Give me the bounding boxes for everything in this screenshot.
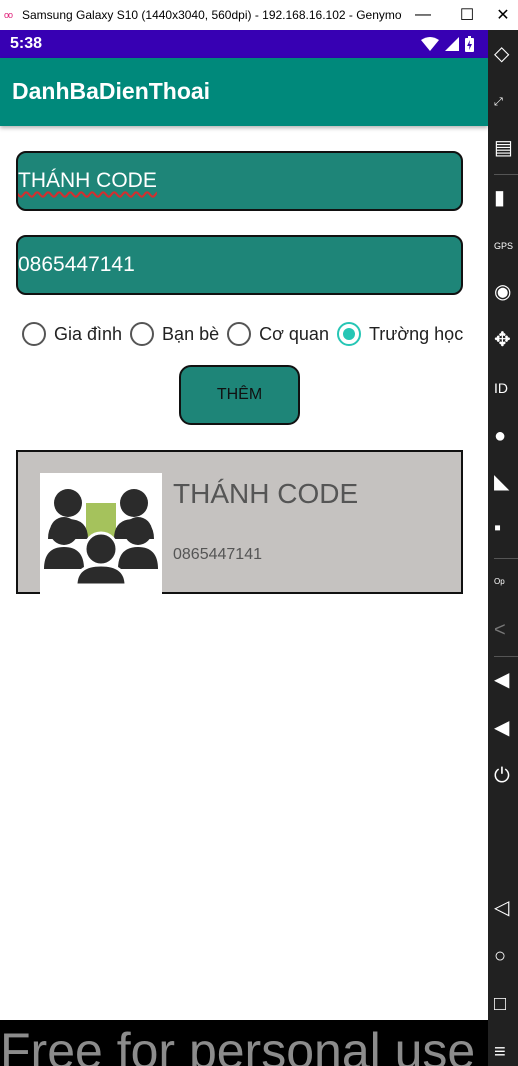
rotate-icon[interactable]: ◇	[494, 42, 518, 66]
emulator-toolbar: ◇ ⤢ ▤ ▮ GPS ◉ ✥ ID ● ◣ ▪ Op < ◀ ◀ ⏻ ◁ ○ …	[488, 30, 518, 1066]
gps-icon[interactable]: GPS	[494, 234, 518, 258]
group-avatar-icon	[40, 473, 162, 595]
radio-label: Gia đình	[54, 323, 123, 344]
radio-unchecked-icon	[22, 322, 46, 346]
home-icon[interactable]: ○	[494, 944, 518, 968]
minimize-button[interactable]: —	[404, 0, 442, 30]
radio-truong-hoc[interactable]: Trường học	[336, 322, 464, 346]
sms-icon[interactable]: ▪	[494, 516, 518, 540]
window-title: Samsung Galaxy S10 (1440x3040, 560dpi) -…	[22, 8, 402, 22]
genymotion-logo-icon: oo	[4, 10, 13, 20]
volume-down-icon[interactable]: ◀	[494, 716, 518, 740]
radio-label: Bạn bè	[162, 323, 220, 344]
radio-ban-be[interactable]: Bạn bè	[130, 322, 219, 346]
signal-icon	[445, 37, 459, 51]
contact-list-item[interactable]: THÁNH CODE 0865447141	[16, 450, 463, 595]
back-icon[interactable]: ◁	[494, 896, 518, 920]
radio-checked-icon	[336, 322, 361, 346]
status-bar: 5:38	[0, 30, 488, 58]
battery-widget-icon[interactable]: ▮	[494, 186, 518, 210]
window-titlebar: oo Samsung Galaxy S10 (1440x3040, 560dpi…	[0, 0, 518, 30]
name-input-value: THÁNH CODE	[18, 169, 157, 192]
disk-icon[interactable]: ●	[494, 424, 518, 448]
device-id-icon[interactable]: ID	[494, 376, 518, 400]
phone-screen: 5:38 DanhBaDienThoai THÁNH CODE 08654471…	[0, 30, 488, 1066]
radio-label: Trường học	[368, 323, 464, 344]
battery-icon	[465, 36, 474, 52]
app-bar: DanhBaDienThoai	[0, 58, 488, 126]
contact-phone: 0865447141	[173, 546, 262, 563]
name-input[interactable]: THÁNH CODE	[16, 151, 463, 211]
recents-icon[interactable]: □	[494, 992, 518, 1016]
move-icon[interactable]: ✥	[494, 328, 518, 352]
maximize-button[interactable]: ☐	[448, 0, 486, 30]
add-button[interactable]: THÊM	[179, 365, 300, 425]
menu-icon[interactable]: ≡	[494, 1040, 518, 1064]
share-icon[interactable]: <	[494, 618, 518, 642]
power-icon[interactable]: ⏻	[494, 764, 518, 788]
status-time: 5:38	[10, 35, 43, 52]
radio-co-quan[interactable]: Cơ quan	[227, 322, 329, 346]
radio-unchecked-icon	[227, 322, 252, 346]
network-icon[interactable]: ◣	[494, 470, 518, 494]
category-radio-group: Gia đình Bạn bè Cơ quan Trường học	[22, 322, 471, 346]
phone-input-value: 0865447141	[18, 253, 135, 276]
volume-up-icon[interactable]: ◀	[494, 668, 518, 692]
open-gapps-icon[interactable]: Op	[494, 570, 518, 594]
radio-unchecked-icon	[130, 322, 155, 346]
radio-gia-dinh[interactable]: Gia đình	[22, 322, 122, 346]
phone-input[interactable]: 0865447141	[16, 235, 463, 295]
pixel-ratio-icon[interactable]: ⤢	[494, 90, 518, 114]
close-button[interactable]: ✕	[484, 0, 518, 30]
contact-name: THÁNH CODE	[173, 478, 359, 509]
camera-icon[interactable]: ◉	[494, 280, 518, 304]
wifi-icon	[421, 37, 439, 51]
watermark: Free for personal use	[0, 1023, 476, 1066]
radio-label: Cơ quan	[259, 323, 329, 344]
app-title: DanhBaDienThoai	[12, 78, 211, 104]
screencast-icon[interactable]: ▤	[494, 136, 518, 160]
